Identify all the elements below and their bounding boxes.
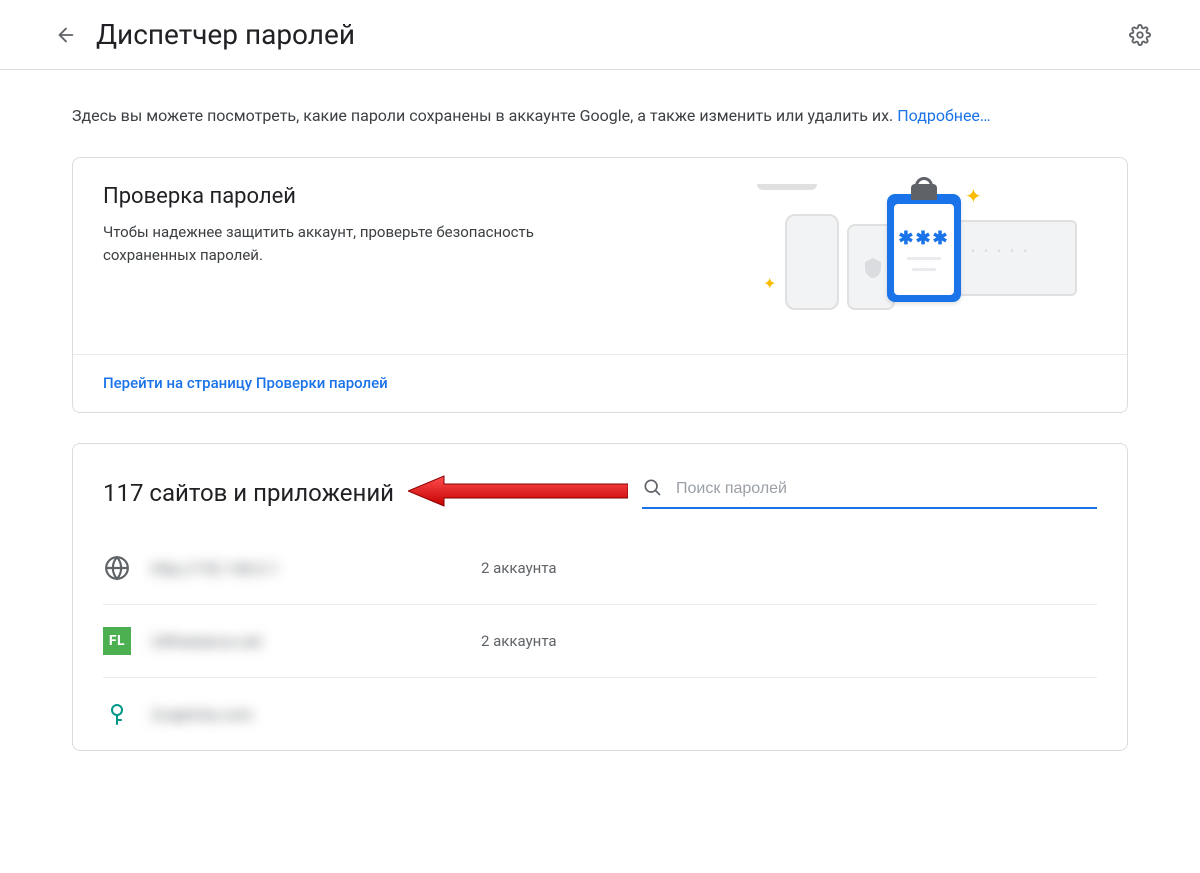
- shield-icon: [861, 254, 885, 282]
- sites-count-title: 117 сайтов и приложений: [103, 479, 394, 507]
- checkup-title: Проверка паролей: [103, 184, 741, 209]
- list-item[interactable]: FL 24freelance.net 2 аккаунта: [103, 605, 1097, 678]
- fl-logo-icon: FL: [103, 627, 131, 655]
- search-icon: [642, 477, 662, 501]
- site-list: http://192.168.0.1 2 аккаунта FL 24freel…: [73, 522, 1127, 750]
- search-input[interactable]: [674, 479, 1097, 499]
- site-favicon: [103, 554, 131, 582]
- gear-icon: [1129, 24, 1151, 46]
- checkup-top: Проверка паролей Чтобы надежнее защитить…: [73, 158, 1127, 354]
- checkup-illustration: ✦ ✦ • • • • • ✱✱✱: [757, 184, 1097, 334]
- clipboard-stars: ✱✱✱: [898, 228, 949, 249]
- red-arrow-icon: [408, 474, 628, 508]
- search-field[interactable]: [642, 477, 1097, 509]
- site-name: http://192.168.0.1: [151, 559, 481, 578]
- site-account-count: 2 аккаунта: [481, 559, 557, 577]
- site-favicon: FL: [103, 627, 131, 655]
- back-button[interactable]: [54, 23, 78, 47]
- globe-icon: [104, 555, 130, 581]
- site-account-count: 2 аккаунта: [481, 632, 557, 650]
- phone-illustration: [785, 214, 839, 310]
- content: Здесь вы можете посмотреть, какие пароли…: [0, 70, 1200, 751]
- settings-button[interactable]: [1128, 23, 1152, 47]
- list-item[interactable]: http://192.168.0.1 2 аккаунта: [103, 532, 1097, 605]
- go-to-checkup-link[interactable]: Перейти на страницу Проверки паролей: [103, 374, 388, 392]
- checkup-desc: Чтобы надежнее защитить аккаунт, проверь…: [103, 221, 623, 266]
- site-name: 24freelance.net: [151, 632, 481, 651]
- page-title: Диспетчер паролей: [96, 18, 1128, 51]
- site-favicon: [103, 700, 131, 728]
- key-icon: [105, 700, 129, 728]
- sites-header: 117 сайтов и приложений: [73, 444, 1127, 522]
- intro-body: Здесь вы можете посмотреть, какие пароли…: [72, 106, 897, 125]
- arrow-left-icon: [55, 24, 77, 46]
- dots-icon: • • • • •: [971, 244, 1030, 258]
- checkup-action-row: Перейти на страницу Проверки паролей: [73, 354, 1127, 412]
- checkup-text: Проверка паролей Чтобы надежнее защитить…: [103, 184, 757, 334]
- sites-card: 117 сайтов и приложений: [72, 443, 1128, 751]
- sparkle-icon: ✦: [763, 274, 776, 293]
- list-item[interactable]: 2captcha.com: [103, 678, 1097, 750]
- annotation-arrow: [408, 474, 628, 512]
- laptop-base-illustration: [757, 184, 817, 190]
- header-bar: Диспетчер паролей: [0, 0, 1200, 70]
- sparkle-icon: ✦: [965, 184, 982, 208]
- learn-more-link[interactable]: Подробнее…: [897, 106, 990, 125]
- site-name: 2captcha.com: [151, 705, 481, 724]
- card-illustration: • • • • •: [957, 220, 1077, 296]
- clipboard-illustration: ✱✱✱: [887, 194, 961, 302]
- intro-text: Здесь вы можете посмотреть, какие пароли…: [72, 106, 1128, 125]
- password-checkup-card: Проверка паролей Чтобы надежнее защитить…: [72, 157, 1128, 413]
